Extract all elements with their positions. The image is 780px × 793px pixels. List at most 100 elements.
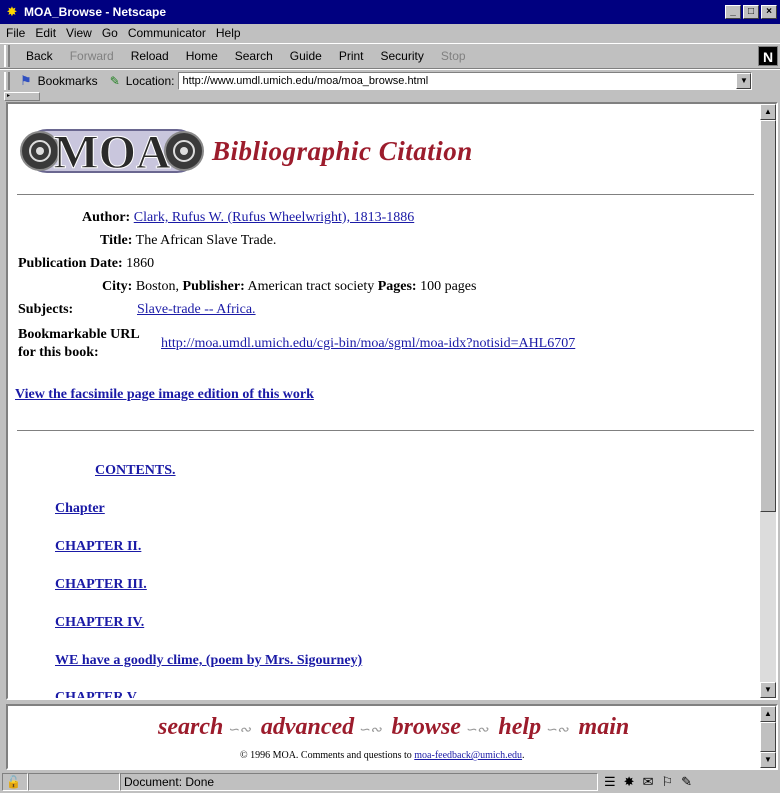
contents-link[interactable]: CONTENTS.: [95, 463, 176, 478]
menu-file[interactable]: File: [6, 26, 25, 40]
back-button[interactable]: Back: [26, 49, 53, 63]
security-lock-icon[interactable]: 🔓: [2, 773, 28, 791]
print-button[interactable]: Print: [339, 49, 364, 63]
mail-icon[interactable]: ✉: [643, 774, 654, 790]
status-bar: 🔓 Document: Done ☰ ✸ ✉ ⚐ ✎: [0, 771, 780, 793]
bookmark-url-link[interactable]: http://moa.umdl.umich.edu/cgi-bin/moa/sg…: [161, 336, 575, 351]
main-vertical-scrollbar[interactable]: ▲ ▼: [760, 104, 776, 698]
menu-communicator[interactable]: Communicator: [128, 26, 206, 40]
toc-item: Chapter: [55, 501, 105, 517]
menu-go[interactable]: Go: [102, 26, 118, 40]
menu-bar: File Edit View Go Communicator Help: [0, 24, 780, 42]
contents-heading-row: CONTENTS.: [95, 463, 176, 479]
feedback-email-link[interactable]: moa-feedback@umich.edu: [414, 750, 522, 761]
toolbar-grip[interactable]: [4, 45, 10, 67]
title-label: Title:: [100, 233, 133, 248]
scroll-up-icon[interactable]: ▲: [760, 104, 776, 120]
bookmarks-button[interactable]: Bookmarks: [38, 74, 98, 88]
copyright-tail: .: [522, 750, 525, 761]
toc-item: CHAPTER IV.: [55, 615, 144, 631]
toc-link[interactable]: CHAPTER IV.: [55, 615, 144, 630]
footer-link-search[interactable]: search: [158, 714, 223, 740]
author-row: Author: Clark, Rufus W. (Rufus Wheelwrig…: [82, 210, 414, 226]
subject-link[interactable]: Slave-trade -- Africa.: [137, 302, 256, 317]
progress-indicator: [28, 773, 120, 791]
reload-button[interactable]: Reload: [131, 49, 169, 63]
status-text: Document: Done: [120, 773, 598, 791]
guide-button[interactable]: Guide: [290, 49, 322, 63]
bookmarks-icon[interactable]: ⚑: [20, 73, 32, 89]
collapse-toolbar-tab[interactable]: ▸: [4, 92, 40, 101]
menu-help[interactable]: Help: [216, 26, 241, 40]
footer-vertical-scrollbar[interactable]: ▲ ▼: [760, 706, 776, 768]
composer-icon[interactable]: ✸: [624, 774, 635, 790]
city-value: Boston,: [135, 279, 180, 294]
footer-link-browse[interactable]: browse: [392, 714, 461, 740]
netscape-n-logo: N: [758, 46, 778, 66]
moa-logo-text: MOA: [53, 126, 171, 179]
scroll-thumb[interactable]: [760, 120, 776, 512]
toc-link[interactable]: CHAPTER III.: [55, 577, 147, 592]
pubdate-label: Publication Date:: [18, 256, 123, 271]
divider: [17, 430, 754, 432]
footer-nav: search ∽∾ advanced ∽∾ browse ∽∾ help ∽∾ main: [158, 714, 629, 741]
navigation-toolbar: Back Forward Reload Home Search Guide Pr…: [0, 43, 780, 69]
location-toolbar: ⚑ Bookmarks ✎ Location: http://www.umdl.…: [0, 69, 780, 91]
menu-view[interactable]: View: [66, 26, 92, 40]
url-text: http://www.umdl.umich.edu/moa/moa_browse…: [182, 74, 429, 87]
copyright-text: © 1996 MOA. Comments and questions to: [240, 750, 412, 761]
city-row: City: Boston, Publisher: American tract …: [102, 279, 476, 295]
page-proxy-icon[interactable]: ✎: [110, 74, 120, 88]
footer-link-advanced[interactable]: advanced: [261, 714, 354, 740]
scroll-down-icon[interactable]: ▼: [760, 682, 776, 698]
toc-link[interactable]: WE have a goodly clime, (poem by Mrs. Si…: [55, 653, 362, 668]
forward-button[interactable]: Forward: [70, 49, 114, 63]
publisher-value: American tract society: [247, 279, 375, 294]
author-link[interactable]: Clark, Rufus W. (Rufus Wheelwright), 181…: [134, 210, 415, 225]
pages-label: Pages:: [377, 279, 417, 294]
maximize-button[interactable]: □: [743, 5, 759, 19]
url-input[interactable]: http://www.umdl.umich.edu/moa/moa_browse…: [178, 71, 753, 90]
toc-link[interactable]: Chapter: [55, 501, 105, 516]
location-grip[interactable]: [4, 71, 10, 90]
minimize-button[interactable]: _: [725, 5, 741, 19]
footer-link-main[interactable]: main: [579, 714, 630, 740]
subjects-row: Subjects:: [18, 302, 73, 318]
toc-item: CHAPTER V.: [55, 690, 139, 698]
search-button[interactable]: Search: [235, 49, 273, 63]
scroll-up-icon[interactable]: ▲: [760, 706, 776, 722]
pages-value: 100 pages: [420, 279, 477, 294]
header-logo-area: MOA Bibliographic Citation: [18, 118, 473, 184]
scroll-thumb[interactable]: [760, 722, 776, 752]
title-bar: ✸ MOA_Browse - Netscape _ □ ×: [0, 0, 780, 24]
security-button[interactable]: Security: [381, 49, 424, 63]
facsimile-link[interactable]: View the facsimile page image edition of…: [15, 387, 314, 402]
facsimile-row: View the facsimile page image edition of…: [15, 387, 314, 403]
home-button[interactable]: Home: [186, 49, 218, 63]
editor-icon[interactable]: ✎: [681, 774, 692, 790]
toc-item: CHAPTER III.: [55, 577, 147, 593]
content-frame: MOA Bibliographic Citation Author: Clark…: [6, 102, 778, 700]
toc-item: CHAPTER II.: [55, 539, 141, 555]
ornament-icon: ∽∾: [545, 723, 569, 738]
discussion-icon[interactable]: ⚐: [661, 774, 673, 790]
toc-item: WE have a goodly clime, (poem by Mrs. Si…: [55, 653, 362, 669]
footer-link-help[interactable]: help: [498, 714, 541, 740]
netscape-app-icon[interactable]: ✸: [4, 4, 20, 20]
author-label: Author:: [82, 210, 131, 225]
close-button[interactable]: ×: [761, 5, 777, 19]
toc-link[interactable]: CHAPTER II.: [55, 539, 141, 554]
pubdate-value: 1860: [126, 256, 155, 271]
window-title: MOA_Browse - Netscape: [24, 5, 167, 19]
scroll-down-icon[interactable]: ▼: [760, 752, 776, 768]
url-dropdown-icon[interactable]: ▼: [736, 72, 752, 89]
menu-edit[interactable]: Edit: [35, 26, 56, 40]
bookmark-label-row: Bookmarkable URL for this book:: [18, 326, 140, 362]
stop-button[interactable]: Stop: [441, 49, 466, 63]
location-label: Location:: [125, 73, 175, 88]
navigator-icon[interactable]: ☰: [604, 774, 616, 790]
page-content: MOA Bibliographic Citation Author: Clark…: [8, 104, 760, 698]
toc-link[interactable]: CHAPTER V.: [55, 690, 139, 698]
title-row: Title: The African Slave Trade.: [100, 233, 276, 249]
moa-logo: MOA: [20, 126, 204, 180]
